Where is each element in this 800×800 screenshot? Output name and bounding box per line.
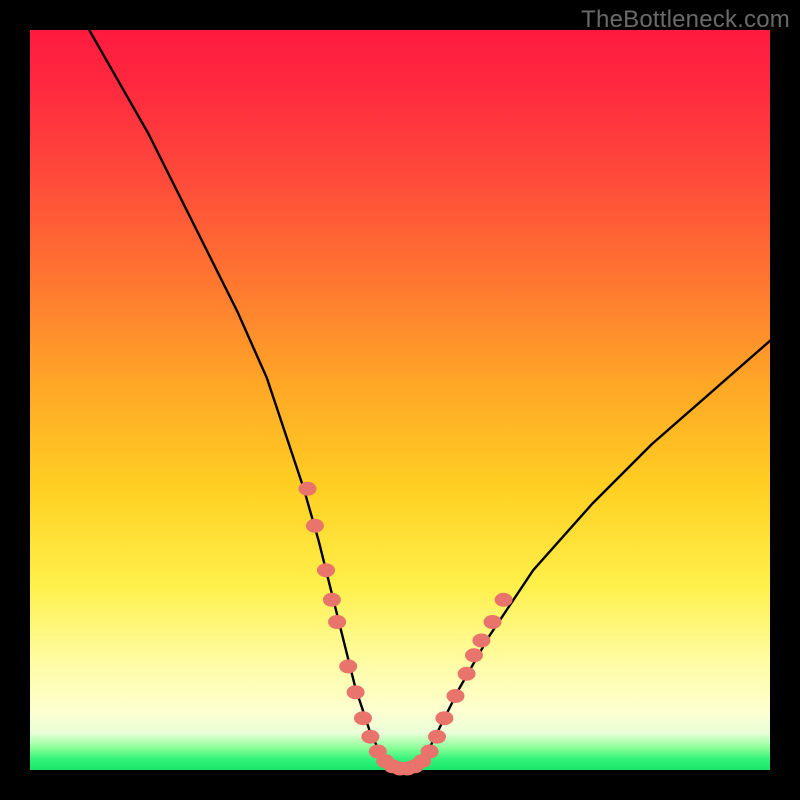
dot	[458, 667, 476, 681]
plot-area	[30, 30, 770, 770]
dot	[323, 593, 341, 607]
dot	[421, 745, 439, 759]
dot	[484, 615, 502, 629]
dot	[339, 659, 357, 673]
dot	[317, 563, 335, 577]
dot	[447, 689, 465, 703]
dot	[306, 519, 324, 533]
dot	[347, 685, 365, 699]
outer-frame: TheBottleneck.com	[0, 0, 800, 800]
highlight-dots	[299, 482, 513, 776]
dot	[495, 593, 513, 607]
dot	[435, 711, 453, 725]
dot	[328, 615, 346, 629]
chart-svg	[30, 30, 770, 770]
dot	[361, 730, 379, 744]
dot	[428, 730, 446, 744]
bottleneck-curve	[89, 30, 770, 769]
dot	[299, 482, 317, 496]
dot	[354, 711, 372, 725]
dot	[465, 648, 483, 662]
dot	[472, 634, 490, 648]
